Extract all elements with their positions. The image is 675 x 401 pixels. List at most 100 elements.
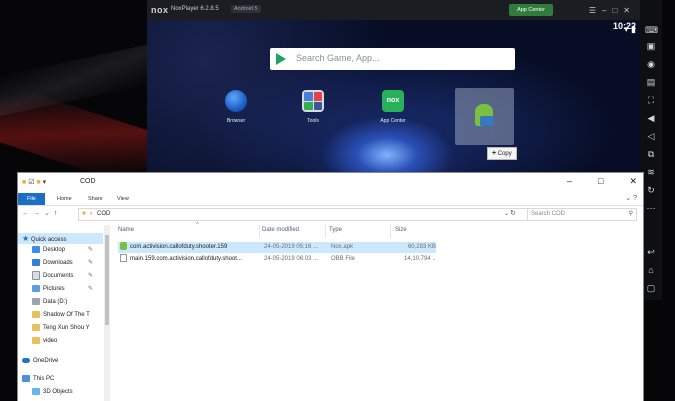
close-icon[interactable]: ✕ (629, 176, 637, 186)
window-title: COD (80, 178, 96, 185)
app-center-app[interactable]: nox App Center (373, 90, 413, 124)
sort-up-icon: ^ (196, 222, 199, 228)
column-header-name[interactable]: Name (118, 227, 134, 233)
address-bar[interactable]: ■ › COD ⌄ (78, 208, 528, 221)
keyboard-icon[interactable]: ⌨ (645, 24, 658, 36)
nox-player-window: nox NoxPlayer 6.2.8.5 Android 5 App Cent… (147, 0, 640, 178)
column-header-date[interactable]: Date modified (262, 227, 299, 233)
nav-item-label: Desktop (43, 247, 66, 253)
ribbon-controls[interactable]: ⌄ ? (625, 194, 637, 202)
nav-item-3d-objects[interactable]: 3D Objects (32, 387, 73, 398)
checkbox-icon[interactable]: ☑ (28, 179, 34, 186)
window-controls[interactable]: – □ ✕ (541, 176, 637, 187)
apk-install-icon[interactable]: ▤ (645, 76, 657, 88)
chevron-down-icon[interactable]: ⌄ (504, 209, 509, 220)
forward-arrow-icon[interactable]: → (33, 210, 44, 217)
recent-apps-icon[interactable]: ▢ (645, 282, 657, 294)
close-icon[interactable]: ✕ (623, 6, 636, 15)
shake-icon[interactable]: ≋ (645, 166, 657, 178)
nav-item-label: video (43, 338, 58, 344)
title-bar-controls[interactable]: ☰–□✕ (589, 6, 636, 15)
table-row[interactable]: main.159.com.activision.callofduty.shoot… (118, 254, 436, 265)
nav-item-this-pc[interactable]: This PC (22, 374, 54, 385)
file-name-cell: com.activision.callofduty.shooter.159 (120, 242, 260, 253)
dropdown-icon[interactable]: ▾ (43, 179, 47, 186)
app-search-bar[interactable]: Search Game, App... (270, 48, 515, 70)
tab-file[interactable]: File (18, 193, 45, 205)
scrollbar-thumb[interactable] (105, 235, 109, 325)
navigation-bar: ←→⌄↑ ■ › COD ⌄ ↻ Search COD ⚲ (18, 206, 643, 222)
nav-item-folder[interactable]: Teng Xun Shou Y (32, 323, 90, 334)
volume-up-icon[interactable]: ◀ (645, 112, 657, 124)
file-type: Nox.apk (331, 244, 354, 250)
column-header-type[interactable]: Type (329, 227, 342, 233)
nav-pane-scrollbar[interactable] (104, 225, 110, 401)
home-icon[interactable]: ⌂ (645, 264, 657, 276)
nav-item-folder[interactable]: video (32, 336, 57, 347)
quick-access-toolbar[interactable]: ■ ☑ ■ ▾ (22, 178, 46, 186)
app-label: Browser (226, 118, 246, 124)
drive-icon (32, 297, 40, 305)
volume-down-icon[interactable]: ◁ (645, 130, 657, 142)
maximize-icon[interactable]: □ (612, 6, 623, 15)
tab-view[interactable]: View (110, 193, 136, 205)
fullscreen-icon[interactable]: ⛶ (645, 94, 657, 106)
more-icon[interactable]: ⋯ (645, 202, 657, 214)
column-divider[interactable] (390, 225, 391, 238)
nav-item-documents[interactable]: Documents ✎ (32, 271, 93, 282)
app-label: App Center (380, 118, 406, 124)
explorer-title-bar[interactable]: ■ ☑ ■ ▾ COD – □ ✕ (18, 173, 643, 193)
recent-dropdown-icon[interactable]: ⌄ (44, 210, 54, 217)
nav-item-desktop[interactable]: Desktop ✎ (32, 245, 93, 256)
back-icon[interactable]: ↩ (645, 246, 657, 258)
column-divider[interactable] (325, 225, 326, 238)
tools-app[interactable]: Tools (293, 90, 333, 124)
nav-buttons[interactable]: ←→⌄↑ (22, 209, 61, 217)
star-icon: ★ (22, 234, 30, 243)
nav-item-pictures[interactable]: Pictures ✎ (32, 284, 93, 295)
screenshot-icon[interactable]: ▣ (645, 40, 657, 52)
desktop-wallpaper-streak (0, 44, 150, 116)
play-store-icon (276, 53, 286, 65)
chevron-down-icon[interactable]: ⌄ (625, 195, 631, 202)
column-header-size[interactable]: Size (395, 227, 407, 233)
nav-item-folder[interactable]: Shadow Of The T (32, 310, 90, 321)
table-row[interactable]: com.activision.callofduty.shooter.159 24… (118, 242, 436, 253)
search-icon: ⚲ (628, 211, 633, 217)
nox-logo: nox (151, 5, 169, 15)
pin-icon[interactable]: ✎ (88, 284, 93, 295)
maximize-icon[interactable]: □ (598, 176, 603, 186)
app-center-button[interactable]: App Center (509, 4, 553, 16)
nox-app-center-icon: nox (382, 90, 404, 112)
new-folder-icon[interactable]: ■ (36, 179, 40, 186)
search-input[interactable]: Search COD ⚲ (527, 208, 637, 221)
minimize-icon[interactable]: – (602, 6, 612, 15)
help-icon[interactable]: ? (633, 195, 637, 202)
column-divider[interactable] (259, 225, 260, 238)
up-arrow-icon[interactable]: ↑ (54, 210, 62, 217)
file-date: 24-05-2019 05:16 ... (264, 244, 319, 250)
menu-icon[interactable]: ☰ (589, 6, 602, 15)
browser-app[interactable]: Browser (216, 90, 256, 124)
pin-icon[interactable]: ✎ (88, 245, 93, 256)
nav-item-label: 3D Objects (43, 389, 73, 395)
nav-item-data-drive[interactable]: Data (D:) (32, 297, 67, 308)
pin-icon[interactable]: ✎ (88, 271, 93, 282)
drag-copy-tooltip: + Copy (487, 147, 517, 160)
minimize-icon[interactable]: – (567, 176, 572, 186)
pin-icon[interactable]: ✎ (88, 258, 93, 269)
nav-item-label: OneDrive (33, 358, 59, 364)
apk-drop-target[interactable] (455, 88, 514, 145)
nox-title-bar[interactable]: nox NoxPlayer 6.2.8.5 Android 5 App Cent… (147, 0, 640, 20)
back-arrow-icon[interactable]: ← (22, 210, 33, 217)
computer-icon (22, 374, 30, 382)
tab-home[interactable]: Home (50, 193, 79, 205)
nav-item-onedrive[interactable]: OneDrive (22, 356, 58, 367)
tab-share[interactable]: Share (81, 193, 110, 205)
sync-icon[interactable]: ↻ (645, 184, 657, 196)
nav-item-quick-access[interactable]: ★ Quick access (18, 233, 103, 244)
multi-instance-icon[interactable]: ⧉ (645, 148, 657, 160)
location-icon[interactable]: ◉ (645, 58, 657, 70)
refresh-icon[interactable]: ↻ (510, 209, 516, 217)
nav-item-downloads[interactable]: Downloads ✎ (32, 258, 93, 269)
